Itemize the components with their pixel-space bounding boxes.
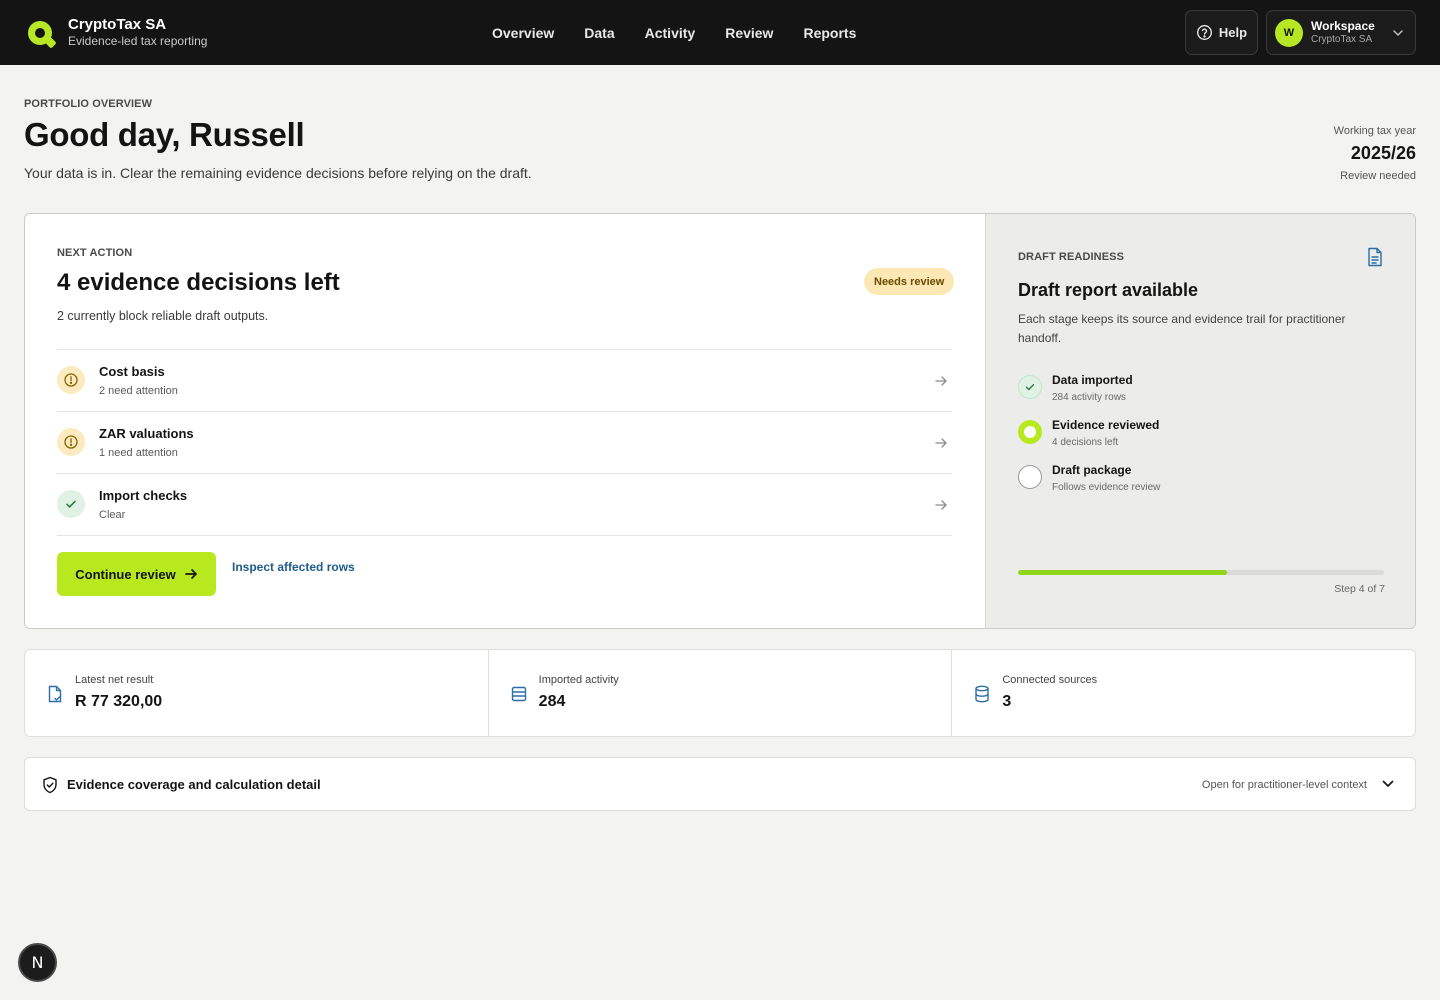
- task-row-cost-basis[interactable]: Cost basis 2 need attention: [57, 350, 952, 412]
- workspace-text: Workspace CryptoTax SA: [1311, 19, 1375, 47]
- stat-value: 284: [538, 693, 566, 710]
- check-icon: [57, 490, 85, 518]
- dev-tools-button[interactable]: N: [18, 943, 57, 982]
- stat-label: Latest net result: [75, 674, 154, 686]
- stat-value: R 77 320,00: [75, 693, 163, 710]
- continue-review-button[interactable]: Continue review: [57, 552, 216, 596]
- task-row-import-checks[interactable]: Import checks Clear: [57, 474, 952, 536]
- stage-name: Data imported: [1052, 373, 1133, 387]
- chevron-down-icon: [1393, 30, 1403, 36]
- evidence-coverage-accordion[interactable]: Evidence coverage and calculation detail…: [24, 757, 1416, 811]
- next-action-card: NEXT ACTION 4 evidence decisions left 2 …: [24, 213, 1416, 629]
- step-label: Step 4 of 7: [1334, 583, 1385, 595]
- arrow-right-icon: [935, 376, 947, 386]
- stats-row: Latest net result R 77 320,00 Imported a…: [24, 649, 1416, 737]
- nav-item-activity[interactable]: Activity: [630, 25, 711, 41]
- stat-net-result: Latest net result R 77 320,00: [25, 650, 489, 736]
- task-list: Cost basis 2 need attention ZAR valuatio…: [57, 349, 952, 536]
- document-icon: [48, 685, 62, 703]
- nav-item-review[interactable]: Review: [710, 25, 788, 41]
- readiness-progress-bar: [1018, 570, 1384, 575]
- readiness-title: Draft report available: [1018, 280, 1199, 300]
- workspace-title: Workspace: [1311, 18, 1375, 33]
- stat-imported-activity: Imported activity 284: [489, 650, 953, 736]
- stat-value: 3: [1002, 693, 1012, 710]
- workspace-switcher[interactable]: W Workspace CryptoTax SA: [1266, 10, 1416, 55]
- stage-name: Draft package: [1052, 463, 1132, 477]
- next-action-title: 4 evidence decisions left: [57, 269, 340, 296]
- arrow-right-icon: [935, 500, 947, 510]
- task-status: 2 need attention: [99, 385, 178, 397]
- tax-year-label: Working tax year: [1333, 125, 1416, 137]
- help-label: Help: [1218, 25, 1248, 40]
- task-status: 1 need attention: [99, 447, 178, 459]
- stat-label: Connected sources: [1002, 674, 1098, 686]
- top-bar: CryptoTax SA Evidence-led tax reporting …: [0, 0, 1440, 65]
- help-icon: [1196, 25, 1212, 40]
- arrow-right-icon: [184, 569, 197, 579]
- readiness-description: Each stage keeps its source and evidence…: [1018, 312, 1346, 345]
- workspace-avatar: W: [1275, 18, 1303, 47]
- stage-status: 284 activity rows: [1052, 392, 1126, 403]
- task-row-zar-valuations[interactable]: ZAR valuations 1 need attention: [57, 412, 952, 474]
- warning-icon: [57, 428, 85, 456]
- stage-status: Follows evidence review: [1052, 482, 1161, 493]
- nav-item-data[interactable]: Data: [569, 25, 629, 41]
- accordion-hint: Open for practitioner-level context: [1201, 779, 1367, 791]
- brand-name: CryptoTax SA: [68, 16, 167, 33]
- task-name: Import checks: [99, 488, 188, 503]
- brand-tagline: Evidence-led tax reporting: [68, 34, 208, 48]
- pending-step-icon: [1018, 465, 1042, 489]
- accordion-title: Evidence coverage and calculation detail: [67, 777, 321, 792]
- stage-status: 4 decisions left: [1052, 437, 1119, 448]
- brand-logo-icon: [28, 21, 52, 45]
- readiness-progress-fill: [1018, 570, 1227, 575]
- tax-year-panel: Working tax year 2025/26 Review needed: [1334, 125, 1416, 182]
- database-icon: [975, 685, 990, 703]
- brand[interactable]: CryptoTax SA Evidence-led tax reporting: [28, 17, 207, 49]
- warning-icon: [57, 366, 85, 394]
- current-step-icon: [1018, 420, 1042, 444]
- stage-name: Evidence reviewed: [1052, 418, 1160, 432]
- arrow-right-icon: [935, 438, 947, 448]
- document-icon[interactable]: [1366, 247, 1384, 267]
- readiness-eyebrow: DRAFT READINESS: [1018, 251, 1125, 263]
- next-action-eyebrow: NEXT ACTION: [57, 247, 133, 259]
- list-icon: [511, 686, 526, 702]
- next-action-subtitle: 2 currently block reliable draft outputs…: [57, 309, 269, 323]
- tax-year-value: 2025/26: [1350, 143, 1416, 163]
- tax-year-status: Review needed: [1340, 170, 1416, 182]
- continue-review-label: Continue review: [75, 566, 176, 582]
- main-nav: Overview Data Activity Review Reports: [477, 0, 871, 65]
- task-name: ZAR valuations: [99, 426, 194, 441]
- stat-label: Imported activity: [538, 674, 619, 686]
- shield-check-icon: [43, 776, 57, 794]
- nav-item-reports[interactable]: Reports: [788, 25, 871, 41]
- page-eyebrow: PORTFOLIO OVERVIEW: [24, 98, 153, 110]
- page-title: Good day, Russell: [24, 116, 305, 153]
- chevron-down-icon: [1382, 780, 1394, 787]
- inspect-rows-link[interactable]: Inspect affected rows: [232, 560, 355, 574]
- next-action-pane: NEXT ACTION 4 evidence decisions left 2 …: [25, 214, 985, 628]
- task-status: Clear: [99, 509, 126, 521]
- brand-text: CryptoTax SA Evidence-led tax reporting: [68, 17, 207, 49]
- status-badge: Needs review: [864, 268, 955, 295]
- nav-item-overview[interactable]: Overview: [477, 25, 569, 41]
- draft-readiness-pane: DRAFT READINESS Draft report available E…: [985, 214, 1415, 628]
- workspace-subtitle: CryptoTax SA: [1311, 33, 1373, 45]
- help-button[interactable]: Help: [1185, 10, 1258, 55]
- check-icon: [1018, 375, 1042, 399]
- stat-connected-sources: Connected sources 3: [952, 650, 1415, 736]
- task-name: Cost basis: [99, 364, 165, 379]
- page-subtitle: Your data is in. Clear the remaining evi…: [24, 165, 532, 181]
